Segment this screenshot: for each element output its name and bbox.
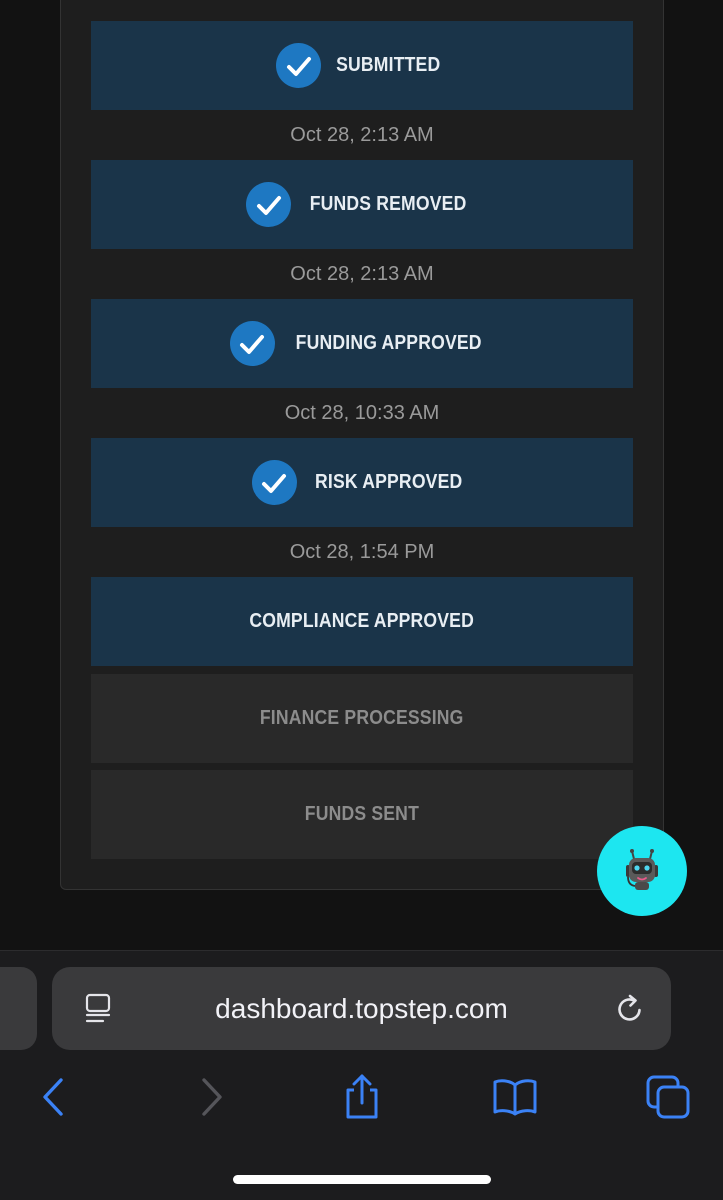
tabs-icon[interactable] <box>645 1074 691 1120</box>
step-label: COMPLIANCE APPROVED <box>249 610 475 632</box>
back-icon[interactable] <box>31 1074 77 1120</box>
step-label: SUBMITTED <box>336 54 441 76</box>
step-funds-sent: FUNDS SENT <box>91 770 633 859</box>
step-funding-approved: FUNDING APPROVED <box>91 299 633 388</box>
home-indicator <box>233 1175 491 1184</box>
reload-icon[interactable] <box>611 990 649 1028</box>
checkmark-icon <box>229 321 275 366</box>
chat-support-button[interactable] <box>597 826 687 916</box>
share-icon[interactable] <box>339 1074 385 1120</box>
previous-tab-preview[interactable] <box>0 967 37 1050</box>
forward-icon[interactable] <box>188 1074 234 1120</box>
step-funds-removed: FUNDS REMOVED <box>91 160 633 249</box>
robot-icon <box>626 849 658 890</box>
step-label: FUNDS REMOVED <box>310 193 467 215</box>
step-timestamp: Oct 28, 1:54 PM <box>289 541 435 563</box>
bookmarks-icon[interactable] <box>492 1074 538 1120</box>
step-label: FINANCE PROCESSING <box>260 707 464 729</box>
checkmark-icon <box>276 43 322 88</box>
url-text[interactable]: dashboard.topstep.com <box>52 967 671 1050</box>
step-submitted: SUBMITTED <box>91 21 633 110</box>
step-label: FUNDS SENT <box>304 803 420 825</box>
checkmark-icon <box>246 182 292 227</box>
checkmark-icon <box>251 460 297 505</box>
step-finance-processing: FINANCE PROCESSING <box>91 674 633 763</box>
step-label: FUNDING APPROVED <box>295 332 482 354</box>
step-compliance-approved: COMPLIANCE APPROVED <box>91 577 633 666</box>
step-label: RISK APPROVED <box>314 471 463 493</box>
step-timestamp: Oct 28, 2:13 AM <box>290 124 434 146</box>
step-timestamp: Oct 28, 2:13 AM <box>290 263 434 285</box>
step-risk-approved: RISK APPROVED <box>91 438 633 527</box>
step-timestamp: Oct 28, 10:33 AM <box>284 402 440 424</box>
